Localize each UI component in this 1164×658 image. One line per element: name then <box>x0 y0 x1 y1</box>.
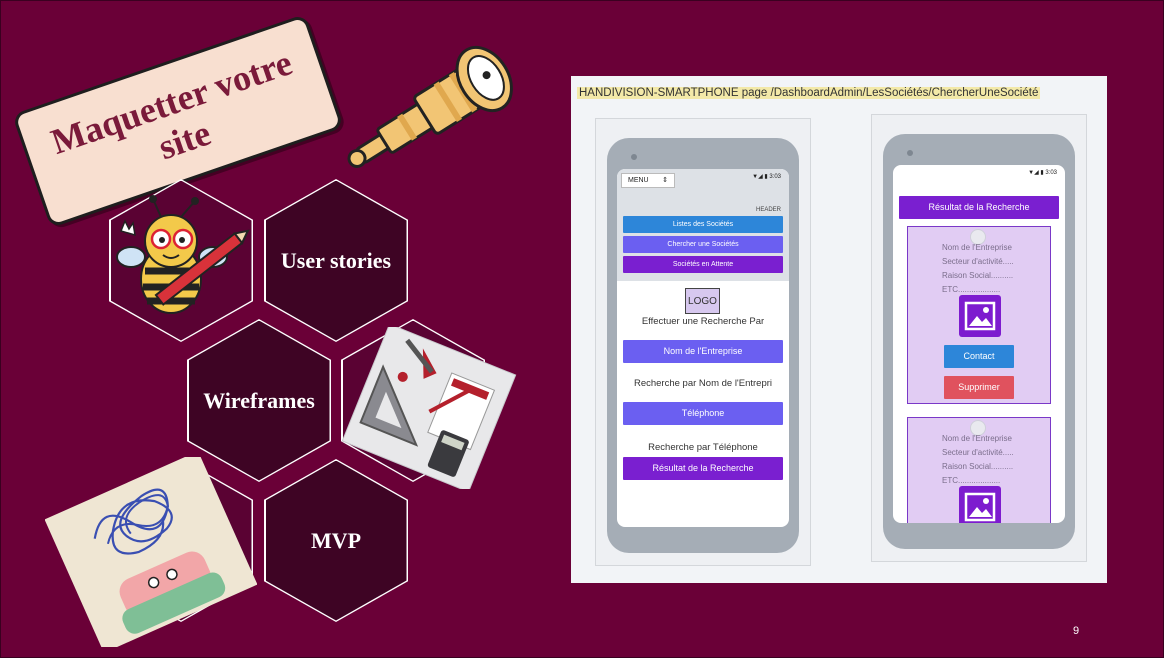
hex-label-mvp: MVP <box>310 527 362 553</box>
card-raison: Raison Social.......... <box>942 462 1014 471</box>
card-etc: ETC................... <box>942 476 1001 485</box>
hex-label-wireframes: Wireframes <box>203 387 315 413</box>
result-card: Nom de l'Entreprise Secteur d'activité..… <box>907 417 1051 523</box>
card-raison: Raison Social.......... <box>942 271 1014 280</box>
card-nom: Nom de l'Entreprise <box>942 434 1012 443</box>
nav-listes-societes[interactable]: Listes des Sociétés <box>623 216 783 233</box>
image-placeholder-icon <box>959 295 1001 337</box>
delete-button[interactable]: Supprimer <box>944 376 1014 399</box>
telescope-icon <box>347 45 513 168</box>
phone2-screen: ▼◢ ▮ 3:03 Résultat de la Recherche Nom d… <box>893 165 1065 523</box>
hex-label-user-stories: User stories <box>280 247 392 273</box>
mockup-caption: HANDIVISION-SMARTPHONE page /DashboardAd… <box>577 87 1041 99</box>
nav-societes-attente[interactable]: Sociétés en Attente <box>623 256 783 273</box>
phone2: ▼◢ ▮ 3:03 Résultat de la Recherche Nom d… <box>883 134 1075 549</box>
label-recherche-nom: Recherche par Nom de l'Entrepri <box>633 378 773 389</box>
btn-telephone[interactable]: Téléphone <box>623 402 783 425</box>
phone1-screen: ▼◢ ▮ 3:03 MENU ⇕ HEADER Listes des Socié… <box>617 169 789 527</box>
wireframe-mockup: HANDIVISION-SMARTPHONE page /DashboardAd… <box>571 76 1107 583</box>
search-title: Effectuer une Recherche Par <box>641 316 765 327</box>
phone1-status: ▼◢ ▮ 3:03 <box>752 174 781 180</box>
phone2-status: ▼◢ ▮ 3:03 <box>1028 170 1057 176</box>
card-etc: ETC................... <box>942 285 1001 294</box>
logo-placeholder: LOGO <box>685 288 720 314</box>
slide-title: Maquetter votre site <box>46 42 297 168</box>
slide: Maquetter votre site User stories Wirefr… <box>0 0 1164 658</box>
result-header: Résultat de la Recherche <box>899 196 1059 219</box>
drafting-tools-illustration <box>341 327 517 489</box>
bee-pencil-illustration <box>116 195 250 314</box>
image-placeholder-icon <box>959 486 1001 523</box>
btn-nom-entreprise[interactable]: Nom de l'Entreprise <box>623 340 783 363</box>
contact-button[interactable]: Contact <box>944 345 1014 368</box>
phone1-header-label: HEADER <box>755 207 781 213</box>
card-nom: Nom de l'Entreprise <box>942 243 1012 252</box>
phone1-menu-label: MENU <box>628 177 649 184</box>
phone1-menu-arrow-icon: ⇕ <box>662 177 668 184</box>
tangled-thoughts-illustration <box>45 457 257 647</box>
phone1: ▼◢ ▮ 3:03 MENU ⇕ HEADER Listes des Socié… <box>607 138 799 553</box>
card-secteur: Secteur d'activité..... <box>942 257 1014 266</box>
label-recherche-telephone: Recherche par Téléphone <box>648 442 758 453</box>
page-number: 9 <box>1073 625 1080 637</box>
hex-user-stories: User stories <box>264 179 408 342</box>
card-secteur: Secteur d'activité..... <box>942 448 1014 457</box>
btn-resultat-recherche[interactable]: Résultat de la Recherche <box>623 457 783 480</box>
phone1-menu[interactable]: MENU ⇕ <box>621 173 675 188</box>
result-card: Nom de l'Entreprise Secteur d'activité..… <box>907 226 1051 404</box>
nav-chercher-societes[interactable]: Chercher une Sociétés <box>623 236 783 253</box>
